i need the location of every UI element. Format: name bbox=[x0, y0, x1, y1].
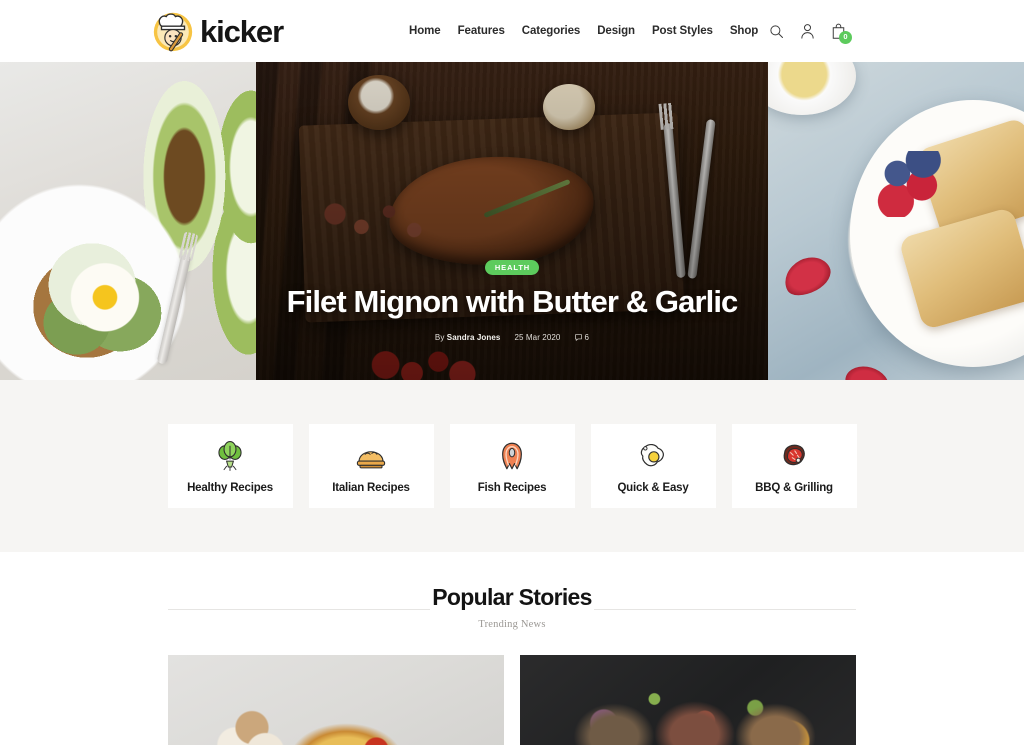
author-name[interactable]: Sandra Jones bbox=[447, 333, 501, 342]
story-grid bbox=[168, 655, 856, 745]
hero-content: HEALTH Filet Mignon with Butter & Garlic… bbox=[256, 257, 768, 342]
logo-text: kicker bbox=[200, 13, 284, 49]
hero-image-right bbox=[768, 62, 1024, 380]
pie-icon bbox=[356, 450, 386, 468]
cup-decor bbox=[768, 62, 856, 115]
berries-decor bbox=[870, 151, 943, 218]
fried-egg-icon bbox=[640, 443, 664, 466]
popular-stories-section: Popular Stories Trending News bbox=[0, 552, 1024, 745]
site-header: kicker Home Features Categories Design P… bbox=[0, 0, 1024, 62]
category-card-fish-recipes[interactable]: Fish Recipes bbox=[449, 424, 575, 508]
french-toast-image bbox=[768, 62, 1024, 380]
nav-item-categories[interactable]: Categories bbox=[522, 25, 581, 37]
nav-item-shop[interactable]: Shop bbox=[730, 25, 758, 37]
section-title: Popular Stories bbox=[418, 586, 606, 609]
nav-item-features[interactable]: Features bbox=[458, 25, 505, 37]
hero-featured-article[interactable]: HEALTH Filet Mignon with Butter & Garlic… bbox=[256, 62, 768, 380]
avocado-toast-image bbox=[0, 62, 256, 380]
divider-left bbox=[168, 609, 430, 610]
category-label: Italian Recipes bbox=[332, 481, 410, 494]
header-actions: 0 bbox=[769, 23, 852, 44]
cart-button[interactable]: 0 bbox=[831, 23, 852, 44]
nav-item-post-styles[interactable]: Post Styles bbox=[652, 25, 713, 37]
hero-date: 25 Mar 2020 bbox=[514, 333, 561, 342]
category-card-bbq-grilling[interactable]: BBQ & Grilling bbox=[731, 424, 857, 508]
hero-author: By Sandra Jones bbox=[434, 333, 501, 342]
comment-icon bbox=[574, 334, 582, 341]
main-navigation: Home Features Categories Design Post Sty… bbox=[409, 25, 758, 37]
category-label: Fish Recipes bbox=[477, 481, 547, 494]
category-card-quick-easy[interactable]: Quick & Easy bbox=[590, 424, 716, 508]
category-label: Quick & Easy bbox=[617, 481, 689, 494]
search-icon[interactable] bbox=[769, 24, 784, 39]
hero-comments[interactable]: 6 bbox=[574, 333, 590, 342]
hero-section: HEALTH Filet Mignon with Butter & Garlic… bbox=[0, 62, 1024, 380]
story-thumbnail bbox=[168, 655, 504, 745]
section-subtitle: Trending News bbox=[478, 619, 546, 630]
comment-count: 6 bbox=[584, 333, 590, 342]
lettuce-icon bbox=[218, 440, 242, 471]
hero-meta: By Sandra Jones 25 Mar 2020 6 bbox=[268, 333, 756, 342]
cart-count-badge: 0 bbox=[839, 30, 852, 44]
story-card[interactable] bbox=[520, 655, 856, 745]
site-logo[interactable]: kicker bbox=[150, 8, 284, 54]
strawberry-decor bbox=[841, 361, 893, 380]
category-strip: Healthy Recipes Italian Recipes Fish Rec… bbox=[0, 380, 1024, 552]
steak-icon bbox=[783, 444, 805, 465]
category-label: BBQ & Grilling bbox=[755, 481, 833, 494]
section-header: Popular Stories Trending News bbox=[168, 586, 856, 630]
strawberry-decor bbox=[778, 249, 837, 303]
category-badge[interactable]: HEALTH bbox=[484, 260, 540, 276]
divider-right bbox=[594, 609, 856, 610]
hero-image-left bbox=[0, 62, 256, 380]
chef-mascot-icon bbox=[153, 12, 193, 52]
category-card-healthy-recipes[interactable]: Healthy Recipes bbox=[167, 424, 293, 508]
salmon-steak-icon bbox=[502, 442, 522, 469]
category-card-italian-recipes[interactable]: Italian Recipes bbox=[308, 424, 434, 508]
nav-item-home[interactable]: Home bbox=[409, 25, 441, 37]
story-card[interactable] bbox=[168, 655, 504, 745]
hero-title[interactable]: Filet Mignon with Butter & Garlic bbox=[268, 285, 756, 319]
user-icon[interactable] bbox=[800, 23, 815, 39]
nav-item-design[interactable]: Design bbox=[597, 25, 635, 37]
category-label: Healthy Recipes bbox=[187, 481, 273, 494]
story-thumbnail bbox=[520, 655, 856, 745]
